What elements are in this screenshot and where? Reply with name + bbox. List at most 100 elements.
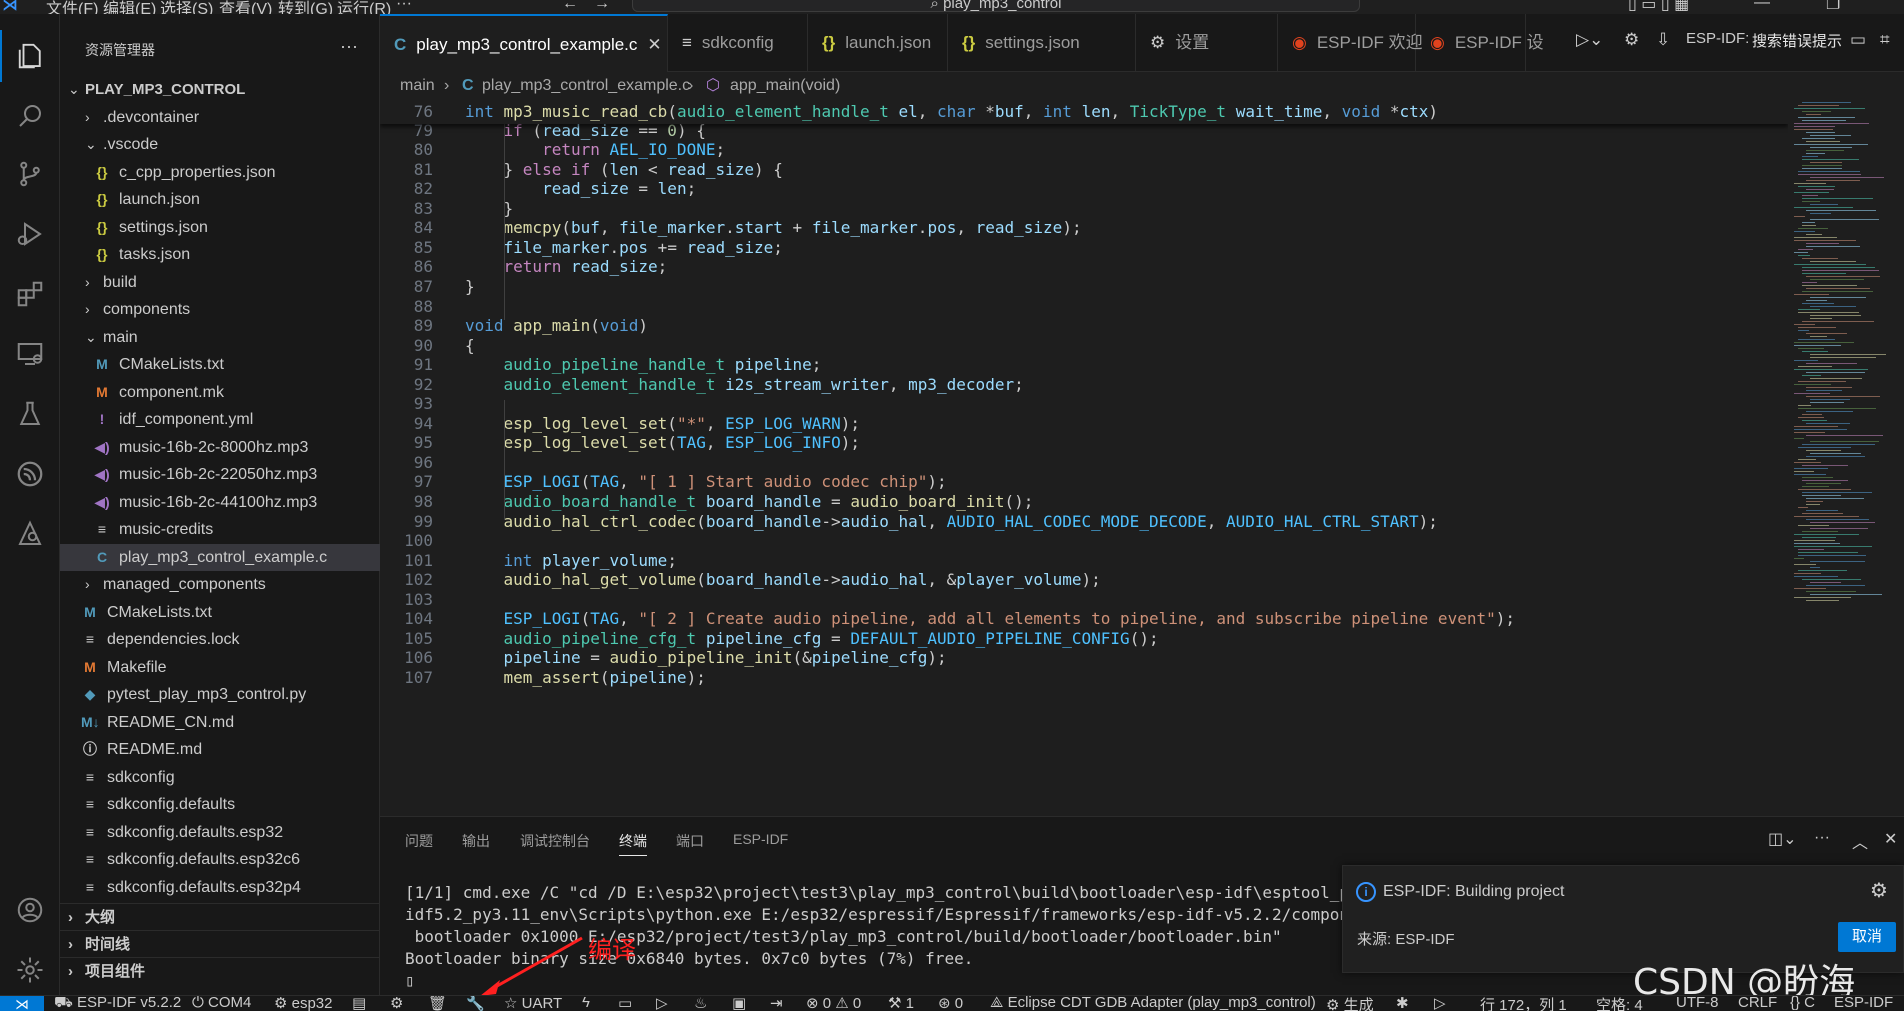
tree-file[interactable]: ≡ dependencies.lock xyxy=(60,626,380,654)
menu-view[interactable]: 查看(V) xyxy=(219,0,272,14)
run-icon[interactable]: ▷ xyxy=(1434,996,1446,1011)
trash-icon[interactable]: 🗑 xyxy=(428,996,447,1011)
explorer-more-icon[interactable]: ··· xyxy=(340,36,358,57)
sticky-scroll-header[interactable]: 76 int mp3_music_read_cb(audio_element_h… xyxy=(380,100,1788,124)
breadcrumb-file[interactable]: play_mp3_control_example.c xyxy=(482,72,690,100)
flash-icon[interactable]: ϟ xyxy=(582,996,590,1011)
download-icon[interactable]: ⇩ xyxy=(1656,30,1670,50)
back-arrow-icon[interactable]: ← xyxy=(562,0,578,13)
maximize-panel-icon[interactable]: ︿ xyxy=(1852,829,1868,853)
menu-edit[interactable]: 编辑(E) xyxy=(103,0,156,14)
editor-tab[interactable]: ◉ ESP-IDF 欢迎 xyxy=(1278,14,1423,72)
settings-icon[interactable]: ⚙ xyxy=(390,996,403,1011)
breadcrumb-folder[interactable]: main xyxy=(400,72,435,100)
account-icon[interactable] xyxy=(0,884,60,936)
cancel-button[interactable]: 取消 xyxy=(1838,922,1896,952)
run-dropdown-icon[interactable]: ▷⌄ xyxy=(1576,30,1603,50)
run-debug-icon[interactable] xyxy=(0,208,60,260)
breadcrumb-symbol[interactable]: app_main(void) xyxy=(730,72,840,100)
layout-icon[interactable]: ▯ ▭ ▯ ▦ xyxy=(1628,0,1689,14)
idf-explorer-icon[interactable] xyxy=(0,508,60,560)
folder-icon[interactable]: ▤ xyxy=(352,996,366,1011)
tree-file[interactable]: Cplay_mp3_control_example.c xyxy=(60,543,380,571)
tree-file[interactable]: {} launch.json xyxy=(60,186,380,214)
close-tab-icon[interactable]: ✕ xyxy=(647,35,661,54)
tree-file[interactable]: ≡ sdkconfig.defaults.esp32p4 xyxy=(60,874,380,902)
panel-tab-ports[interactable]: 端口 xyxy=(676,831,704,851)
editor-tab[interactable]: Cplay_mp3_control_example.c ✕ xyxy=(380,14,668,72)
status-language[interactable]: {} C xyxy=(1790,996,1815,1011)
command-center-search[interactable]: ⌕ play_mp3_control xyxy=(632,0,1360,12)
tree-folder[interactable]: ⌄ main xyxy=(60,324,380,352)
tree-file[interactable]: M Makefile xyxy=(60,654,380,682)
tree-folder[interactable]: › build xyxy=(60,269,380,297)
status-ports[interactable]: ⊛ 0 xyxy=(938,996,963,1011)
testing-icon[interactable] xyxy=(0,388,60,440)
panel-tab-esp-idf[interactable]: ESP-IDF xyxy=(733,831,788,847)
minimize-icon[interactable]: — xyxy=(1754,0,1770,12)
exit-icon[interactable]: ⇥ xyxy=(770,996,783,1011)
tree-file[interactable]: ≡ music-credits xyxy=(60,516,380,544)
tree-file[interactable]: ◀) music-16b-2c-8000hz.mp3 xyxy=(60,434,380,462)
editor-tab[interactable]: ⚙ 设置 xyxy=(1136,14,1278,72)
status-debug-config[interactable]: ⟁ Eclipse CDT GDB Adapter (play_mp3_cont… xyxy=(990,996,1316,1011)
tree-file[interactable]: M↓ README_CN.md xyxy=(60,709,380,737)
notification-gear-icon[interactable]: ⚙ xyxy=(1870,878,1888,903)
tree-folder[interactable]: ⌄ .vscode xyxy=(60,131,380,159)
editor-tab[interactable]: ◉ ESP-IDF 设 xyxy=(1416,14,1544,72)
editor-tab[interactable]: ≡ sdkconfig xyxy=(668,14,808,72)
status-eol[interactable]: CRLF xyxy=(1738,996,1777,1011)
debug-icon[interactable]: ▷ xyxy=(656,996,668,1011)
section-outline[interactable]: › 大纲 xyxy=(60,903,380,930)
tree-file[interactable]: ≡ sdkconfig.defaults.esp32c6 xyxy=(60,846,380,874)
tree-file[interactable]: ◀) music-16b-2c-44100hz.mp3 xyxy=(60,489,380,517)
tree-file[interactable]: {} tasks.json xyxy=(60,241,380,269)
search-error-hint-button[interactable]: 搜索错误提示 xyxy=(1752,30,1842,51)
minimap[interactable] xyxy=(1780,100,1904,816)
tree-file[interactable]: ≡ sdkconfig xyxy=(60,764,380,792)
status-flash-method[interactable]: ☆ UART xyxy=(504,996,562,1011)
status-tasks[interactable]: ⚒ 1 xyxy=(888,996,914,1011)
search-icon[interactable] xyxy=(0,90,60,142)
source-control-icon[interactable] xyxy=(0,148,60,200)
status-esp-idf[interactable]: ESP-IDF xyxy=(1834,996,1893,1011)
panel-more-icon[interactable]: ··· xyxy=(1814,829,1830,847)
tree-file[interactable]: ≡ sdkconfig.defaults.esp32 xyxy=(60,819,380,847)
status-cursor-position[interactable]: 行 172，列 1 xyxy=(1480,996,1567,1011)
tree-file[interactable]: ! idf_component.yml xyxy=(60,406,380,434)
menu-more[interactable]: ··· xyxy=(396,0,412,13)
editor-tab[interactable]: {} launch.json xyxy=(808,14,948,72)
restore-icon[interactable]: ❐ xyxy=(1826,0,1840,14)
build-wrench-icon[interactable]: 🔧 xyxy=(466,996,485,1011)
tree-file[interactable]: Mcomponent.mk xyxy=(60,379,380,407)
terminal-icon[interactable]: ▣ xyxy=(732,996,746,1011)
status-com-port[interactable]: ⏻ COM4 xyxy=(192,996,251,1011)
menu-file[interactable]: 文件(F) xyxy=(46,0,98,14)
editor-actions-icon[interactable]: ⌗ xyxy=(1880,30,1890,50)
editor-tab[interactable]: {} settings.json xyxy=(948,14,1136,72)
split-terminal-icon[interactable]: ◫⌄ xyxy=(1768,829,1797,849)
tree-file[interactable]: M CMakeLists.txt xyxy=(60,599,380,627)
tree-folder[interactable]: › .devcontainer xyxy=(60,104,380,132)
remote-indicator-icon[interactable]: ⋊ xyxy=(0,996,44,1011)
root-folder[interactable]: ⌄ PLAY_MP3_CONTROL xyxy=(60,76,380,104)
close-panel-icon[interactable]: ✕ xyxy=(1884,829,1897,849)
espressif-icon[interactable] xyxy=(0,448,60,500)
status-indentation[interactable]: 空格: 4 xyxy=(1596,996,1643,1011)
tree-file[interactable]: ◆ pytest_play_mp3_control.py xyxy=(60,681,380,709)
menu-run[interactable]: 运行(R) xyxy=(337,0,391,14)
tree-file[interactable]: ⓘ README.md xyxy=(60,736,380,764)
tree-file[interactable]: {} settings.json xyxy=(60,214,380,242)
status-encoding[interactable]: UTF-8 xyxy=(1676,996,1719,1011)
panel-tab-problems[interactable]: 问题 xyxy=(405,831,433,851)
remote-explorer-icon[interactable] xyxy=(0,328,60,380)
tree-folder[interactable]: › managed_components xyxy=(60,571,380,599)
forward-arrow-icon[interactable]: → xyxy=(594,0,610,13)
code-editor[interactable]: 76 int mp3_music_read_cb(audio_element_h… xyxy=(380,100,1788,816)
panel-tab-output[interactable]: 输出 xyxy=(462,831,490,851)
monitor-icon[interactable]: ▭ xyxy=(618,996,632,1011)
menu-selection[interactable]: 选择(S) xyxy=(160,0,213,14)
extensions-icon[interactable] xyxy=(0,268,60,320)
status-problems[interactable]: ⊗ 0 ⚠ 0 xyxy=(806,996,861,1011)
menu-go[interactable]: 转到(G) xyxy=(278,0,333,14)
